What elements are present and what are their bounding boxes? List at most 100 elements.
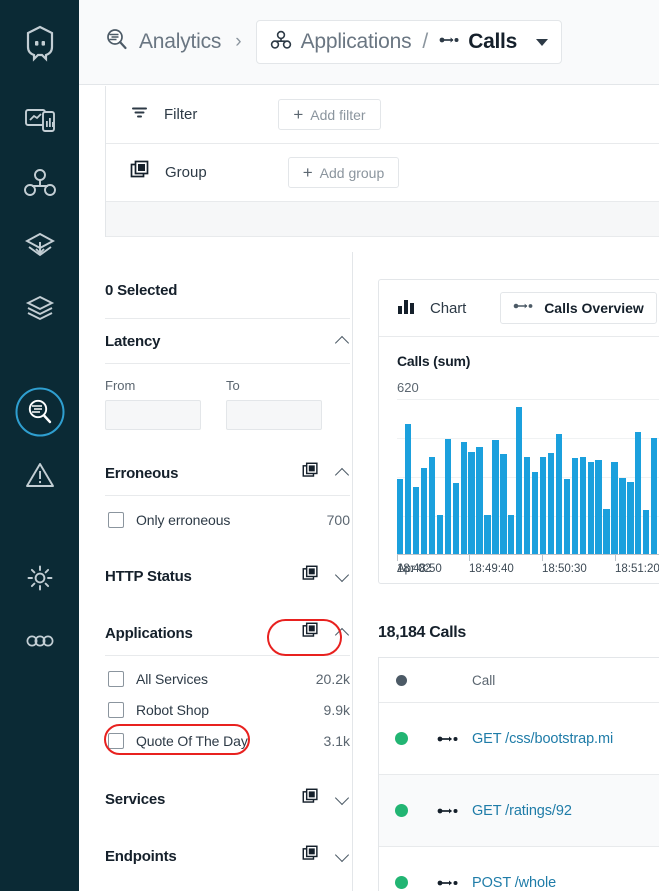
chart-bar — [476, 446, 483, 554]
sidebar-item-settings[interactable] — [0, 546, 79, 609]
caret-down-icon[interactable] — [535, 38, 548, 46]
instana-robot-logo[interactable] — [19, 22, 61, 64]
chevron-up-icon[interactable] — [336, 466, 350, 480]
latency-range: From To — [105, 378, 350, 430]
plus-icon: + — [302, 163, 313, 182]
analytics-icon — [104, 27, 129, 57]
plus-icon: + — [293, 105, 304, 124]
chart-bar — [563, 479, 571, 554]
chart-body: Calls (sum) 620 18:48:50 18:49:40 18:50:… — [379, 337, 659, 583]
filter-label: Filter — [164, 106, 198, 123]
facet-header-latency[interactable]: Latency — [105, 319, 350, 363]
chart-bar — [492, 440, 499, 554]
status-dot-icon[interactable] — [396, 674, 407, 686]
breadcrumb-slash: / — [422, 30, 429, 53]
checkbox[interactable] — [108, 701, 124, 718]
chevron-up-icon[interactable] — [336, 334, 350, 348]
chart-bar — [651, 437, 658, 554]
calls-table: Call GET /css/bootstrap.mi GET /ratings/… — [378, 657, 659, 891]
filter-row: Filter + Add filter — [106, 86, 659, 144]
chart-metric-selector[interactable]: Calls Overview — [500, 292, 657, 324]
row-status — [379, 732, 424, 745]
facets-divider — [352, 252, 353, 891]
facet-header-applications[interactable]: Applications — [105, 611, 350, 655]
chart-bar — [579, 456, 586, 554]
row-status — [379, 804, 424, 817]
call-link[interactable]: GET /ratings/92 — [472, 803, 572, 819]
query-bar: Filter + Add filter Group + Add group — [105, 86, 659, 237]
checkbox[interactable] — [108, 732, 124, 749]
chart-bar — [508, 515, 515, 554]
breadcrumb-entity-selector[interactable]: Applications / Calls — [255, 20, 562, 64]
group-by-icon[interactable] — [302, 788, 319, 810]
breadcrumb-analytics[interactable]: Analytics — [104, 27, 221, 57]
sidebar-item-applications[interactable] — [0, 151, 79, 214]
facet-header-http-status[interactable]: HTTP Status — [105, 554, 350, 598]
checkbox[interactable] — [108, 670, 124, 687]
chevron-up-icon[interactable] — [336, 626, 350, 640]
chevron-down-icon[interactable] — [336, 569, 350, 583]
facet-option-count: 20.2k — [315, 670, 350, 687]
chart-x-tick-labels: 18:48:50 18:49:40 18:50:30 18:51:20 Apr … — [397, 561, 659, 583]
latency-from-input[interactable] — [105, 400, 201, 430]
table-row[interactable]: POST /whole — [379, 847, 659, 891]
sidebar-item-dashboards[interactable] — [0, 88, 79, 151]
app-root: Analytics › Applications / Calls Filter … — [0, 0, 659, 891]
warning-triangle-icon — [24, 459, 56, 491]
call-link[interactable]: POST /whole — [472, 875, 556, 891]
chart-bar — [516, 406, 523, 554]
facet-header-services[interactable]: Services — [105, 777, 350, 821]
divider — [105, 363, 350, 364]
sidebar-item-analytics[interactable] — [0, 380, 79, 443]
latency-from: From — [105, 378, 201, 430]
add-filter-button[interactable]: + Add filter — [278, 99, 381, 130]
group-by-icon[interactable] — [302, 622, 319, 644]
chevron-down-icon[interactable] — [336, 849, 350, 863]
status-column-header — [379, 674, 424, 686]
chevron-down-icon[interactable] — [336, 792, 350, 806]
group-by-icon[interactable] — [302, 845, 319, 867]
chart-x-axis — [397, 554, 659, 561]
more-icon — [24, 633, 56, 649]
sidebar-item-more[interactable] — [0, 609, 79, 672]
websites-icon — [23, 229, 57, 263]
group-by-icon[interactable] — [302, 565, 319, 587]
page-header: Analytics › Applications / Calls — [79, 0, 659, 85]
chart-bar — [420, 467, 428, 554]
add-group-button[interactable]: + Add group — [287, 157, 400, 188]
chart-bar — [484, 515, 491, 554]
add-filter-label: Add filter — [310, 106, 366, 123]
latency-to-input[interactable] — [226, 400, 322, 430]
status-dot-icon — [395, 804, 408, 817]
facet-header-endpoints[interactable]: Endpoints — [105, 834, 350, 878]
facet-option-robot-shop[interactable]: Robot Shop 9.9k — [105, 694, 350, 725]
facet-option-count: 3.1k — [323, 732, 350, 749]
calls-icon — [424, 805, 472, 817]
facet-title-http-status: HTTP Status — [105, 567, 192, 585]
group-by-icon[interactable] — [302, 462, 319, 484]
chart-bar — [547, 452, 555, 554]
applications-icon — [270, 29, 292, 56]
table-row[interactable]: GET /ratings/92 — [379, 775, 659, 847]
sidebar-item-infrastructure[interactable] — [0, 277, 79, 340]
facet-option-quote-of-the-day[interactable]: Quote Of The Day 3.1k — [105, 725, 350, 756]
filter-icon — [130, 103, 149, 127]
facets-panel: 0 Selected Latency From To Erroneous Onl… — [105, 252, 350, 891]
sidebar-item-websites[interactable] — [0, 214, 79, 277]
sidebar-item-events[interactable] — [0, 443, 79, 506]
chart-bar — [643, 510, 650, 554]
calls-icon — [513, 299, 533, 317]
facet-option-count: 9.9k — [323, 701, 350, 718]
call-link[interactable]: GET /css/bootstrap.mi — [472, 731, 613, 747]
facet-header-erroneous[interactable]: Erroneous — [105, 451, 350, 495]
facet-option-all-services[interactable]: All Services 20.2k — [105, 663, 350, 694]
facet-option-label: Quote Of The Day — [136, 732, 248, 749]
chart-bar — [412, 486, 420, 554]
calls-icon — [424, 733, 472, 745]
table-row[interactable]: GET /css/bootstrap.mi — [379, 703, 659, 775]
rail-items — [0, 88, 79, 672]
chart-bar — [587, 461, 594, 554]
row-status — [379, 876, 424, 889]
checkbox[interactable] — [108, 511, 124, 528]
facet-option-only-erroneous[interactable]: Only erroneous 700 — [105, 504, 350, 535]
